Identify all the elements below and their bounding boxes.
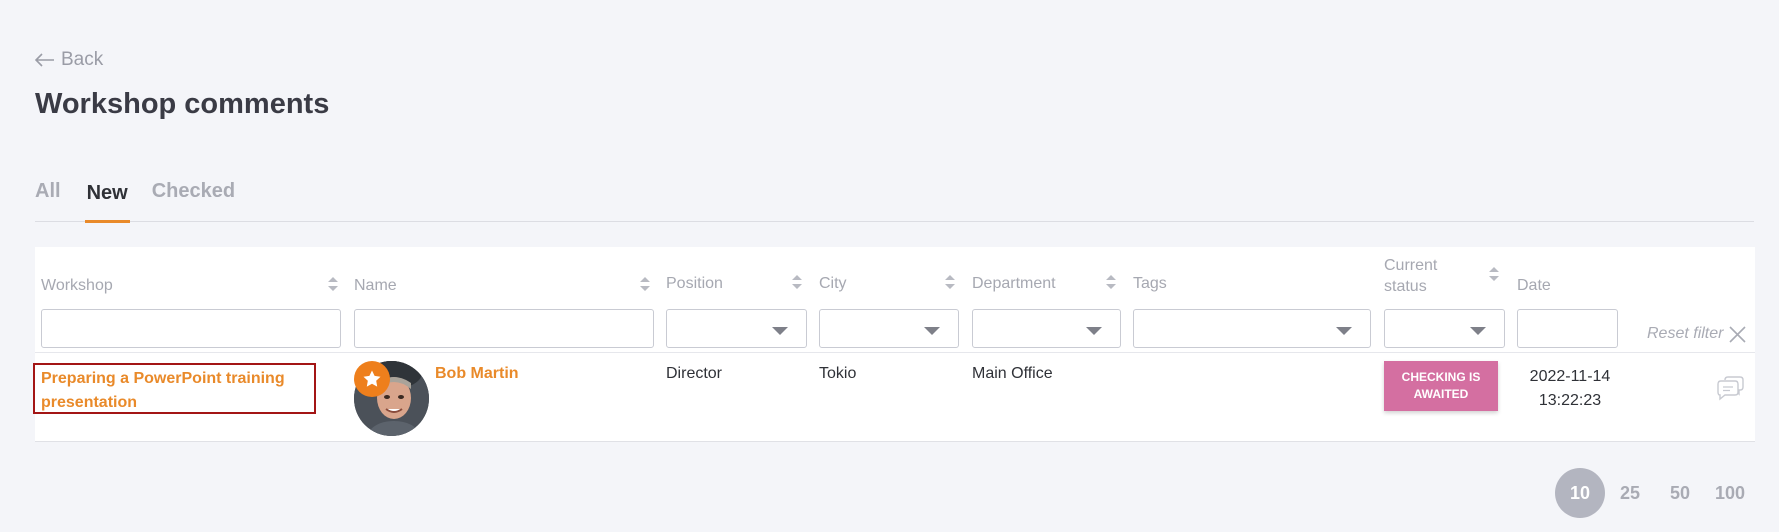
position-filter-select[interactable] [666, 309, 807, 348]
sort-icon[interactable] [640, 277, 650, 291]
column-header-name[interactable]: Name [354, 275, 397, 296]
tags-filter-select[interactable] [1133, 309, 1371, 348]
back-label: Back [61, 49, 104, 70]
page-size-25[interactable]: 25 [1605, 468, 1655, 518]
workshop-filter-input[interactable] [41, 309, 341, 348]
column-header-city[interactable]: City [819, 273, 847, 294]
column-header-department[interactable]: Department [972, 273, 1056, 294]
workshop-link[interactable]: Preparing a PowerPoint training presenta… [33, 363, 316, 414]
city-filter-select[interactable] [819, 309, 959, 348]
sort-icon[interactable] [945, 275, 955, 289]
page-size-50[interactable]: 50 [1655, 468, 1705, 518]
star-icon [363, 370, 381, 387]
divider [35, 441, 1755, 442]
column-header-workshop[interactable]: Workshop [41, 275, 113, 296]
column-header-current-status[interactable]: Current status [1384, 255, 1464, 297]
page-size-100[interactable]: 100 [1705, 468, 1755, 518]
status-filter-select[interactable] [1384, 309, 1505, 348]
back-link[interactable]: Back [35, 49, 103, 71]
tab-all[interactable]: All [35, 176, 61, 222]
page-title: Workshop comments [35, 88, 330, 120]
sort-icon[interactable] [792, 275, 802, 289]
sort-icon[interactable] [1489, 267, 1499, 281]
close-icon [1729, 325, 1747, 343]
comments-table: Workshop Name Position City Department T… [33, 247, 1755, 442]
column-header-tags: Tags [1133, 275, 1167, 292]
name-filter-input[interactable] [354, 309, 654, 348]
date-value: 2022-11-14 [1529, 368, 1611, 385]
comment-icon[interactable] [1716, 375, 1744, 401]
department-cell: Main Office [972, 365, 1053, 382]
tab-checked[interactable]: Checked [152, 176, 235, 222]
reset-filter-button[interactable]: Reset filter [1647, 325, 1747, 343]
sort-icon[interactable] [1106, 275, 1116, 289]
column-header-position[interactable]: Position [666, 273, 723, 294]
favorite-badge [354, 361, 390, 397]
date-filter-input[interactable] [1517, 309, 1618, 348]
column-header-date: Date [1517, 277, 1551, 294]
time-value: 13:22:23 [1538, 392, 1602, 409]
position-cell: Director [666, 365, 723, 382]
department-filter-select[interactable] [972, 309, 1121, 348]
date-cell: 2022-11-14 13:22:23 [1515, 365, 1625, 413]
arrow-left-icon [35, 53, 54, 67]
page-size-selector: 10 25 50 100 [1555, 468, 1755, 518]
tab-bar: All New Checked [35, 176, 1754, 223]
sort-icon[interactable] [328, 277, 338, 291]
status-badge: CHECKING IS AWAITED [1384, 361, 1498, 411]
tab-new[interactable]: New [84, 176, 130, 223]
employee-name-link[interactable]: Bob Martin [435, 365, 519, 383]
page-size-10[interactable]: 10 [1555, 468, 1605, 518]
divider [35, 352, 1755, 353]
reset-filter-label: Reset filter [1647, 325, 1724, 342]
city-cell: Tokio [819, 365, 857, 382]
